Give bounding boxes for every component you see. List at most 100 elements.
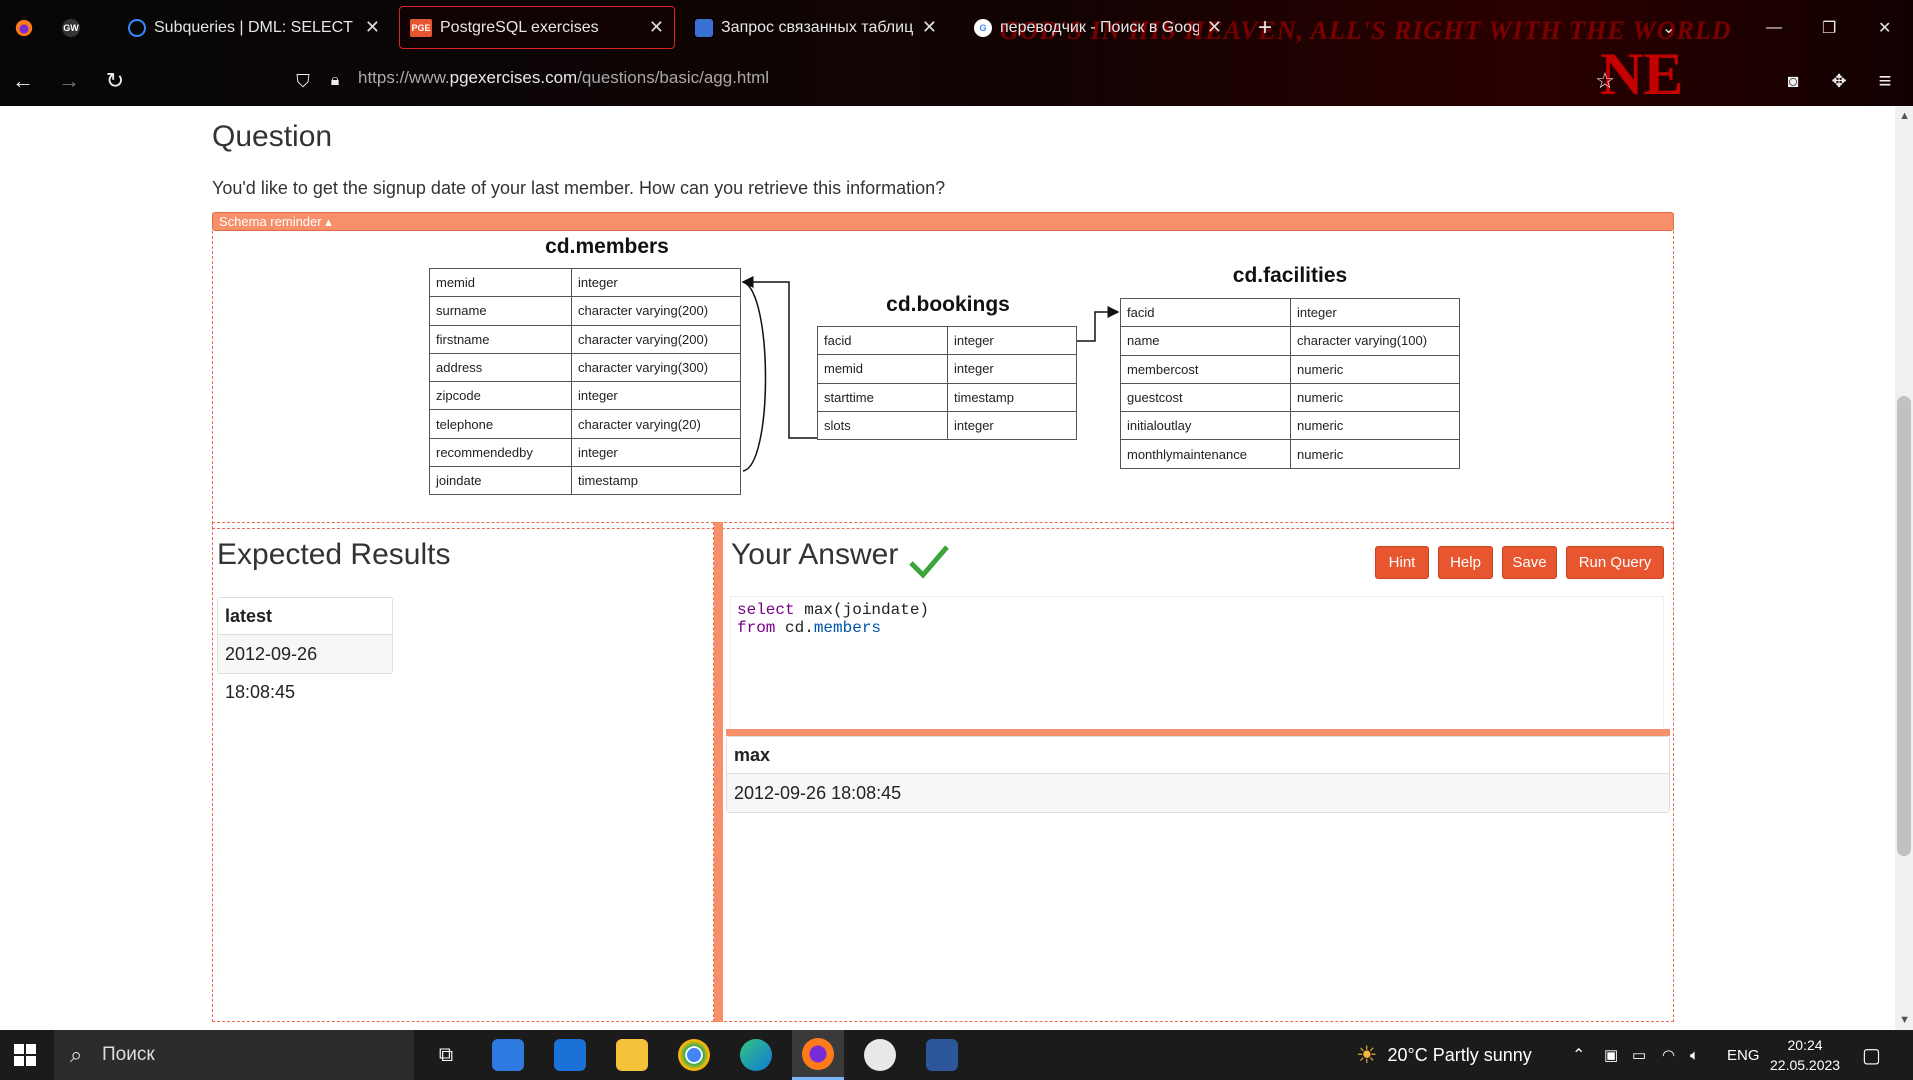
menu-hamburger-icon[interactable]: ≡	[1870, 66, 1900, 96]
language-indicator[interactable]: ENG	[1727, 1030, 1760, 1080]
page-content: Question You'd like to get the signup da…	[0, 106, 1895, 1030]
list-tabs-chevron-icon[interactable]: ⌄	[1652, 6, 1688, 49]
search-placeholder: Поиск	[102, 1044, 155, 1065]
sql-property: members	[813, 619, 882, 637]
taskbar-search[interactable]: ⌕ Поиск	[54, 1030, 414, 1080]
lock-icon[interactable]: 🔒︎	[320, 66, 350, 96]
relation-arrows	[741, 276, 1120, 472]
clock-time: 20:24	[1787, 1037, 1823, 1053]
expected-results-table: latest 2012-09-26 18:08:45	[217, 597, 393, 702]
schema-reminder-toggle[interactable]: Schema reminder ▴	[212, 212, 1674, 231]
mail-app-icon[interactable]	[550, 1030, 590, 1080]
table-cell: 2012-09-26 18:08:45	[727, 774, 1669, 812]
close-icon[interactable]: ✕	[1207, 17, 1222, 38]
word-app-icon[interactable]	[922, 1030, 962, 1080]
wifi-icon[interactable]: ◠	[1662, 1030, 1675, 1080]
reload-icon[interactable]: ↻	[100, 66, 130, 96]
edge-app-icon[interactable]	[736, 1030, 776, 1080]
battery-icon[interactable]: ▭	[1632, 1030, 1646, 1080]
sql-text: cd.	[775, 619, 814, 637]
tab-postgresql-exercises[interactable]: PGE PostgreSQL exercises ✕	[399, 6, 675, 49]
meet-icon[interactable]: ▣	[1604, 1030, 1618, 1080]
file-explorer-icon[interactable]	[612, 1030, 652, 1080]
page-scrollbar[interactable]: ▲ ▼	[1895, 106, 1913, 1030]
answer-results-table: max 2012-09-26 18:08:45	[726, 736, 1670, 813]
bookings-facilities-arrow	[1077, 306, 1120, 342]
site-icon	[695, 18, 713, 37]
code-line-2: from cd.members	[737, 619, 1657, 637]
task-view-icon[interactable]: ⧉	[428, 1030, 464, 1080]
sql-text: max(joindate)	[794, 601, 930, 619]
pgadmin-app-icon[interactable]	[860, 1030, 900, 1080]
close-icon[interactable]: ✕	[649, 17, 664, 38]
code-line-1: select max(joindate)	[737, 601, 1657, 619]
browser-chrome: GOD'S IN HIS HEAVEN, ALL'S RIGHT WITH TH…	[0, 0, 1913, 106]
circle-icon	[128, 18, 146, 37]
close-icon[interactable]: ✕	[922, 17, 937, 38]
hint-button[interactable]: Hint	[1375, 546, 1429, 579]
tab-subqueries[interactable]: Subqueries | DML: SELECT State ✕	[118, 6, 390, 49]
expected-results-title: Expected Results	[217, 538, 451, 571]
editor-resize-handle[interactable]	[726, 729, 1670, 736]
new-tab-plus-icon[interactable]: +	[1248, 6, 1284, 49]
nav-bar: ← → ↻ ⛉ 🔒︎ https://www.pgexercises.com/q…	[0, 58, 1913, 104]
search-icon: ⌕	[70, 1042, 83, 1067]
scroll-down-arrow-icon[interactable]: ▼	[1899, 1014, 1910, 1026]
tab-label: Запрос связанных таблиц - Po	[721, 18, 914, 36]
sql-editor[interactable]: select max(joindate) from cd.members	[730, 596, 1664, 735]
close-icon[interactable]: ✕	[365, 17, 380, 38]
bookings-members-arrow	[741, 276, 817, 439]
pocket-icon[interactable]: ◙	[1778, 66, 1808, 96]
run-query-button[interactable]: Run Query	[1566, 546, 1664, 579]
restore-icon[interactable]: ❐	[1812, 6, 1848, 49]
windows-start-icon[interactable]	[0, 1030, 50, 1080]
save-button[interactable]: Save	[1502, 546, 1557, 579]
checkmark-icon	[909, 545, 949, 579]
sql-keyword: select	[737, 601, 795, 619]
schema-diagram: cd.members memid integer surname character…	[212, 231, 1674, 529]
scroll-up-arrow-icon[interactable]: ▲	[1899, 110, 1910, 122]
firefox-app-icon[interactable]	[792, 1030, 844, 1080]
tab-zapros[interactable]: Запрос связанных таблиц - Po ✕	[685, 6, 947, 49]
tab-strip: GW Subqueries | DML: SELECT State ✕ PGE …	[0, 0, 1913, 55]
tab-label: переводчик - Поиск в Google	[1000, 18, 1199, 36]
shield-icon[interactable]: ⛉	[288, 66, 318, 96]
tab-google[interactable]: G переводчик - Поиск в Google ✕	[964, 6, 1232, 49]
store-app-icon[interactable]	[488, 1030, 528, 1080]
recommendedby-arrow	[742, 281, 767, 472]
chrome-app-icon[interactable]	[674, 1030, 714, 1080]
pge-icon: PGE	[410, 18, 432, 37]
sql-keyword: from	[737, 619, 776, 637]
extensions-icon[interactable]: ✥	[1824, 66, 1854, 96]
question-text: You'd like to get the signup date of you…	[212, 178, 946, 198]
window-close-icon[interactable]: ✕	[1868, 6, 1904, 49]
url-path: /questions/basic/agg.html	[577, 68, 770, 87]
tray-chevron-icon[interactable]: ⌃	[1572, 1030, 1585, 1080]
gw-icon: GW	[62, 18, 80, 37]
table-header: max	[727, 737, 1669, 774]
weather-text: 20°C Partly sunny	[1387, 1044, 1532, 1065]
partly-sunny-icon: ☀	[1356, 1041, 1378, 1069]
table-cell: 2012-09-26 18:08:45	[218, 635, 392, 702]
clock-date: 22.05.2023	[1770, 1057, 1841, 1073]
table-header: latest	[218, 598, 392, 635]
minimize-icon[interactable]: —	[1756, 6, 1792, 49]
forward-arrow-icon[interactable]: →	[54, 66, 84, 96]
volume-muted-icon[interactable]: 🔈︎	[1690, 1030, 1699, 1080]
tab-label: PostgreSQL exercises	[440, 18, 599, 36]
bookmark-star-icon[interactable]: ☆	[1590, 66, 1620, 96]
question-title: Question	[212, 120, 333, 153]
tab-label: Subqueries | DML: SELECT State	[154, 18, 357, 36]
panel-divider[interactable]	[714, 522, 723, 1022]
notifications-icon[interactable]: ▢	[1862, 1030, 1881, 1080]
pinned-tab-gw[interactable]: GW	[52, 6, 96, 49]
back-arrow-icon[interactable]: ←	[8, 66, 38, 96]
help-button[interactable]: Help	[1438, 546, 1493, 579]
clock[interactable]: 20:24 22.05.2023	[1770, 1030, 1840, 1080]
google-icon: G	[974, 18, 992, 37]
firefox-menu-icon[interactable]	[4, 6, 44, 49]
scroll-thumb[interactable]	[1897, 396, 1911, 856]
weather-widget[interactable]: ☀ 20°C Partly sunny	[1356, 1030, 1532, 1080]
windows-taskbar: ⌕ Поиск ⧉ ☀ 20°C Partly sunny ⌃ ▣ ▭ ◠ 🔈︎…	[0, 1030, 1913, 1080]
url-bar[interactable]: https://www.pgexercises.com/questions/ba…	[358, 68, 769, 88]
